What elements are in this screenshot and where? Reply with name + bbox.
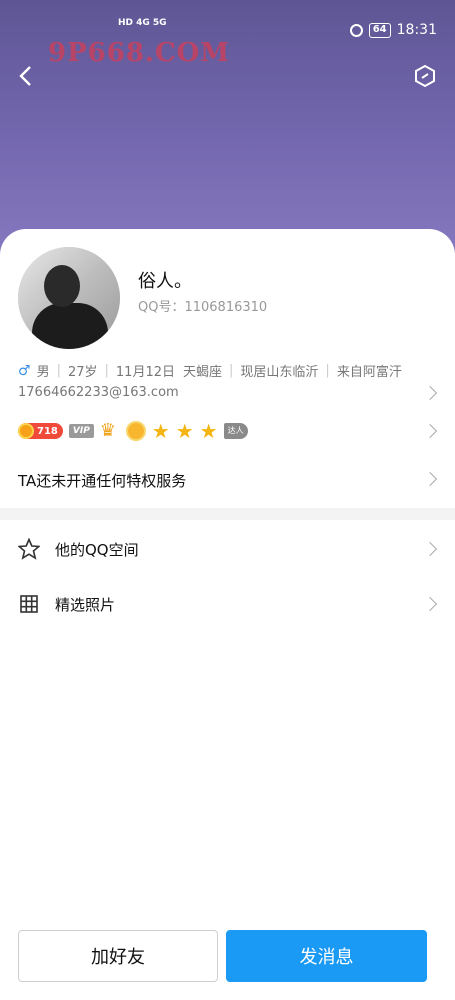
battery-indicator: 64 — [368, 22, 391, 38]
badge-row[interactable]: 718 VIP ♛ ★ ★ ★ 达人 — [18, 421, 248, 441]
action-bar: 加好友 发消息 — [0, 930, 455, 982]
daren-badge: 达人 — [223, 423, 248, 439]
menu-item-label: 他的QQ空间 — [55, 540, 139, 559]
zodiac: 天蝎座 — [183, 365, 223, 380]
menu-item-label: 精选照片 — [55, 595, 116, 614]
star-outline-icon — [18, 538, 40, 560]
vip-badge: VIP — [68, 424, 94, 438]
star-icon: ★ — [199, 419, 218, 443]
profile-info-row[interactable]: ♂ 男 | 27岁 | 11月12日 天蝎座 | 现居山东临沂 | 来自阿富汗 — [18, 361, 438, 381]
chevron-right-icon — [422, 471, 438, 487]
section-divider — [0, 508, 455, 520]
chevron-right-icon — [422, 385, 438, 401]
chevron-right-icon — [422, 541, 438, 557]
crown-icon: ♛ — [99, 420, 116, 441]
level-badge: 718 — [18, 423, 63, 439]
star-icon: ★ — [175, 419, 194, 443]
birthday: 11月12日 — [115, 365, 175, 380]
age: 27岁 — [67, 365, 98, 380]
more-button[interactable] — [411, 62, 439, 90]
chevron-left-icon — [19, 66, 31, 86]
gender: 男 — [36, 365, 50, 380]
chevron-right-icon — [422, 596, 438, 612]
watermark: 9P668.COM — [48, 38, 231, 68]
grid-icon — [18, 593, 40, 615]
nickname: 俗人。 — [138, 271, 192, 292]
profile-card: 俗人。 QQ号：1106816310 ♂ 男 | 27岁 | 11月12日 天蝎… — [0, 229, 455, 1000]
sun-badge-icon — [125, 421, 146, 441]
add-friend-button[interactable]: 加好友 — [18, 930, 218, 982]
send-message-button[interactable]: 发消息 — [226, 930, 427, 982]
star-icon: ★ — [151, 419, 170, 443]
back-button[interactable] — [12, 62, 40, 90]
avatar[interactable] — [18, 247, 120, 349]
menu-item-photos[interactable]: 精选照片 — [0, 578, 455, 630]
male-icon: ♂ — [18, 362, 31, 379]
alarm-icon — [349, 23, 363, 37]
sun-icon — [18, 423, 34, 439]
hometown: 来自阿富汗 — [336, 365, 402, 380]
chevron-right-icon — [422, 423, 438, 439]
hexagon-icon — [415, 64, 435, 88]
menu-item-qzone[interactable]: 他的QQ空间 — [0, 523, 455, 575]
location: 现居山东临沂 — [240, 365, 319, 380]
qq-number: QQ号：1106816310 — [138, 300, 268, 315]
network-indicator: HD 4G 5G — [118, 18, 167, 28]
clock: 18:31 — [396, 22, 437, 38]
email: 17664662233@163.com — [18, 385, 179, 400]
privilege-row[interactable]: TA还未开通任何特权服务 — [18, 470, 186, 491]
